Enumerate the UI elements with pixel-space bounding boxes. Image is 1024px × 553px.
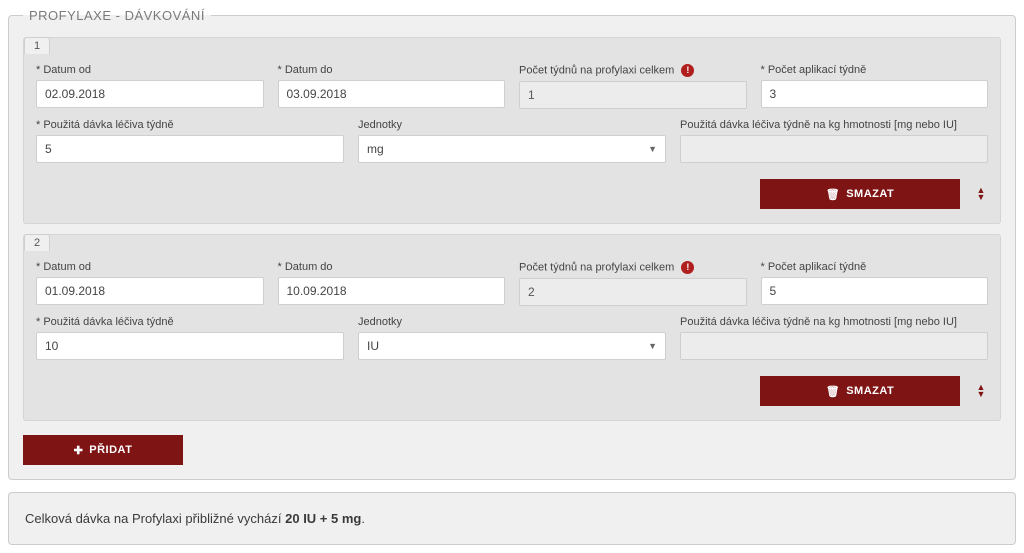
sort-handle[interactable]: ▲ ▼: [974, 384, 988, 398]
input-davka-tydne[interactable]: [36, 135, 344, 163]
input-pocet-aplikaci[interactable]: [761, 277, 989, 305]
delete-button[interactable]: 🗑 SMAZAT: [760, 376, 960, 406]
readonly-pocet-tydnu: 1: [519, 81, 747, 109]
chevron-down-icon: ▼: [648, 144, 657, 154]
readonly-davka-kg: [680, 332, 988, 360]
label-davka-tydne: * Použitá dávka léčiva týdně: [36, 119, 344, 131]
label-datum-od: * Datum od: [36, 64, 264, 76]
label-datum-od: * Datum od: [36, 261, 264, 273]
readonly-pocet-tydnu: 2: [519, 278, 747, 306]
input-datum-do[interactable]: [278, 277, 506, 305]
add-button[interactable]: ✚ PŘIDAT: [23, 435, 183, 465]
add-button-label: PŘIDAT: [89, 444, 132, 456]
field-datum-do: * Datum do: [278, 261, 506, 306]
chevron-down-icon: ▼: [977, 194, 986, 201]
summary-value: 20 IU + 5 mg: [285, 511, 361, 526]
section-legend: PROFYLAXE - DÁVKOVÁNÍ: [23, 8, 211, 23]
sort-handle[interactable]: ▲ ▼: [974, 187, 988, 201]
summary-suffix: .: [361, 511, 365, 526]
label-datum-do: * Datum do: [278, 64, 506, 76]
prophylaxis-dosing-section: PROFYLAXE - DÁVKOVÁNÍ 1 * Datum od * Dat…: [8, 8, 1016, 480]
label-davka-kg: Použitá dávka léčiva týdně na kg hmotnos…: [680, 119, 988, 131]
field-datum-od: * Datum od: [36, 64, 264, 109]
field-datum-do: * Datum do: [278, 64, 506, 109]
input-datum-od[interactable]: [36, 80, 264, 108]
label-pocet-tydnu: Počet týdnů na profylaxi celkem !: [519, 64, 747, 77]
field-davka-tydne: * Použitá dávka léčiva týdně: [36, 119, 344, 163]
label-datum-do: * Datum do: [278, 261, 506, 273]
select-jednotky[interactable]: IU ▼: [358, 332, 666, 360]
label-jednotky: Jednotky: [358, 316, 666, 328]
field-pocet-aplikaci: * Počet aplikací týdně: [761, 261, 989, 306]
trash-icon: 🗑: [826, 188, 840, 201]
input-pocet-aplikaci[interactable]: [761, 80, 989, 108]
field-pocet-aplikaci: * Počet aplikací týdně: [761, 64, 989, 109]
label-davka-kg: Použitá dávka léčiva týdně na kg hmotnos…: [680, 316, 988, 328]
input-datum-do[interactable]: [278, 80, 506, 108]
dosing-entry: 1 * Datum od * Datum do Počet týdnů na p…: [23, 37, 1001, 224]
warning-icon: !: [681, 261, 694, 274]
field-pocet-tydnu: Počet týdnů na profylaxi celkem ! 1: [519, 64, 747, 109]
label-pocet-tydnu: Počet týdnů na profylaxi celkem !: [519, 261, 747, 274]
select-jednotky-value: IU: [367, 339, 379, 353]
trash-icon: 🗑: [826, 385, 840, 398]
field-davka-tydne: * Použitá dávka léčiva týdně: [36, 316, 344, 360]
field-jednotky: Jednotky IU ▼: [358, 316, 666, 360]
delete-button-label: SMAZAT: [846, 385, 894, 397]
chevron-down-icon: ▼: [977, 391, 986, 398]
delete-button[interactable]: 🗑 SMAZAT: [760, 179, 960, 209]
input-davka-tydne[interactable]: [36, 332, 344, 360]
field-davka-kg: Použitá dávka léčiva týdně na kg hmotnos…: [680, 316, 988, 360]
summary-prefix: Celková dávka na Profylaxi přibližné vyc…: [25, 511, 285, 526]
entry-index-tab[interactable]: 1: [24, 37, 50, 54]
field-jednotky: Jednotky mg ▼: [358, 119, 666, 163]
label-pocet-aplikaci: * Počet aplikací týdně: [761, 64, 989, 76]
dosing-entry: 2 * Datum od * Datum do Počet týdnů na p…: [23, 234, 1001, 421]
plus-icon: ✚: [74, 444, 84, 457]
delete-button-label: SMAZAT: [846, 188, 894, 200]
field-datum-od: * Datum od: [36, 261, 264, 306]
field-pocet-tydnu: Počet týdnů na profylaxi celkem ! 2: [519, 261, 747, 306]
label-davka-tydne: * Použitá dávka léčiva týdně: [36, 316, 344, 328]
label-jednotky: Jednotky: [358, 119, 666, 131]
input-datum-od[interactable]: [36, 277, 264, 305]
field-davka-kg: Použitá dávka léčiva týdně na kg hmotnos…: [680, 119, 988, 163]
chevron-down-icon: ▼: [648, 341, 657, 351]
readonly-davka-kg: [680, 135, 988, 163]
entry-index-tab[interactable]: 2: [24, 234, 50, 251]
select-jednotky[interactable]: mg ▼: [358, 135, 666, 163]
label-pocet-aplikaci: * Počet aplikací týdně: [761, 261, 989, 273]
warning-icon: !: [681, 64, 694, 77]
summary-box: Celková dávka na Profylaxi přibližné vyc…: [8, 492, 1016, 545]
select-jednotky-value: mg: [367, 142, 384, 156]
